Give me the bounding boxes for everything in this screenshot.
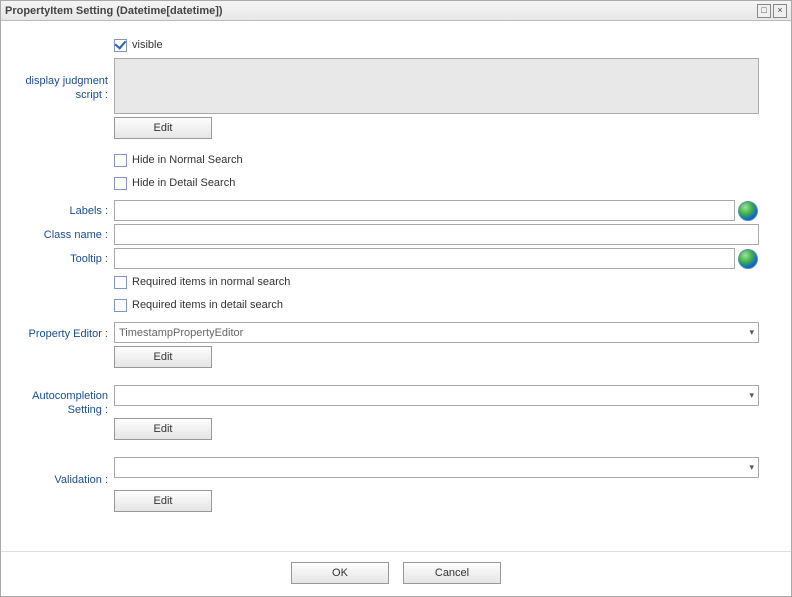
close-icon: × [777, 6, 782, 15]
maximize-button[interactable]: □ [757, 4, 771, 18]
required-detail-label: Required items in detail search [132, 299, 283, 311]
hide-normal-search-checkbox[interactable] [114, 154, 127, 167]
labels-label: Labels : [19, 200, 114, 218]
autocompletion-label: Autocompletion Setting : [19, 385, 114, 418]
property-editor-edit-button[interactable]: Edit [114, 346, 212, 368]
property-editor-label: Property Editor : [19, 323, 114, 341]
display-judgment-script-label: display judgment script : [19, 70, 114, 103]
labels-input[interactable] [114, 200, 735, 221]
ok-button[interactable]: OK [291, 562, 389, 584]
property-editor-value: TimestampPropertyEditor [119, 327, 243, 339]
visible-label: visible [132, 39, 163, 51]
hide-detail-search-label: Hide in Detail Search [132, 177, 235, 189]
tooltip-label: Tooltip : [19, 248, 114, 266]
validation-label: Validation : [19, 457, 114, 487]
autocompletion-select[interactable]: ▾ [114, 385, 759, 406]
globe-icon[interactable] [738, 249, 758, 269]
required-normal-label: Required items in normal search [132, 276, 290, 288]
class-name-label: Class name : [19, 224, 114, 242]
dialog-title: PropertyItem Setting (Datetime[datetime]… [5, 5, 755, 17]
close-button[interactable]: × [773, 4, 787, 18]
property-editor-select[interactable]: TimestampPropertyEditor ▾ [114, 322, 759, 343]
property-item-dialog: PropertyItem Setting (Datetime[datetime]… [0, 0, 792, 597]
display-judgment-script-edit-button[interactable]: Edit [114, 117, 212, 139]
blank-label: . [19, 35, 114, 53]
tooltip-input[interactable] [114, 248, 735, 269]
cancel-button[interactable]: Cancel [403, 562, 501, 584]
dialog-footer: OK Cancel [1, 552, 791, 596]
globe-icon[interactable] [738, 201, 758, 221]
validation-select[interactable]: ▾ [114, 457, 759, 478]
chevron-down-icon: ▾ [749, 390, 754, 401]
required-detail-checkbox[interactable] [114, 299, 127, 312]
hide-normal-search-label: Hide in Normal Search [132, 154, 243, 166]
required-normal-checkbox[interactable] [114, 276, 127, 289]
titlebar: PropertyItem Setting (Datetime[datetime]… [1, 1, 791, 21]
chevron-down-icon: ▾ [749, 327, 754, 338]
chevron-down-icon: ▾ [749, 462, 754, 473]
hide-detail-search-checkbox[interactable] [114, 177, 127, 190]
autocompletion-edit-button[interactable]: Edit [114, 418, 212, 440]
visible-checkbox[interactable] [114, 39, 127, 52]
dialog-body: . visible display judgment script : . Ed… [1, 21, 791, 545]
validation-edit-button[interactable]: Edit [114, 490, 212, 512]
display-judgment-script-textarea[interactable] [114, 58, 759, 114]
maximize-icon: □ [761, 6, 766, 15]
class-name-input[interactable] [114, 224, 759, 245]
